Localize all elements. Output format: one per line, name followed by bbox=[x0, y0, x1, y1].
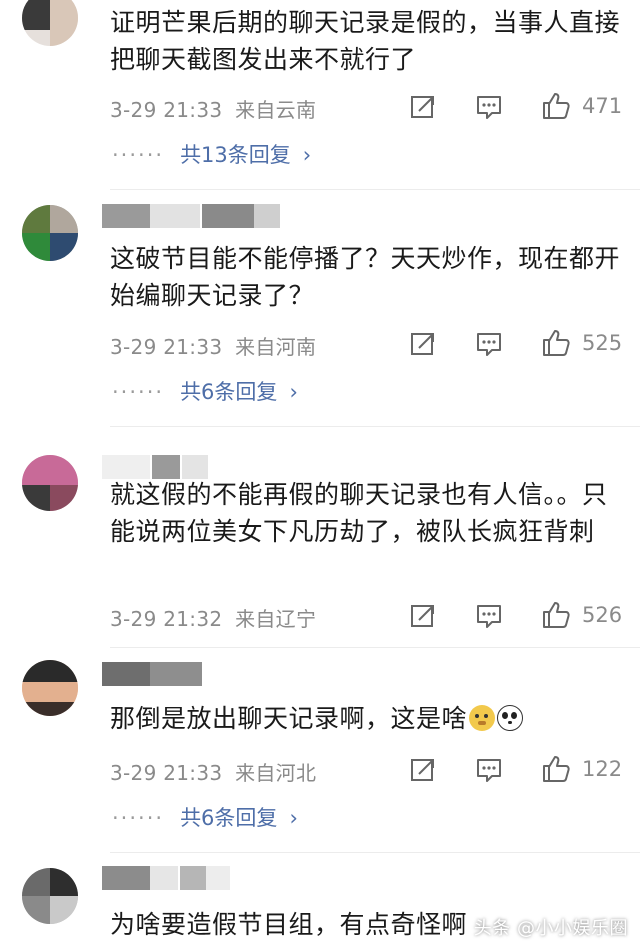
share-icon[interactable] bbox=[408, 755, 438, 785]
comment-text: 就这假的不能再假的聊天记录也有人信。。只能说两位美女下凡历劫了，被队长疯狂背刺 bbox=[110, 480, 608, 546]
divider bbox=[110, 189, 640, 190]
comment-location: 来自河北 bbox=[235, 761, 317, 785]
comment-time: 3-29 21:33 bbox=[110, 335, 223, 359]
comment-time: 3-29 21:33 bbox=[110, 98, 223, 122]
replies-dots: ······ bbox=[112, 143, 165, 167]
chevron-right-icon: › bbox=[302, 143, 312, 167]
share-icon[interactable] bbox=[408, 92, 438, 122]
divider bbox=[110, 852, 640, 853]
comment-time: 3-29 21:32 bbox=[110, 607, 223, 631]
comment-icon[interactable] bbox=[474, 92, 504, 122]
comment-icon[interactable] bbox=[474, 329, 504, 359]
share-icon[interactable] bbox=[408, 601, 438, 631]
avatar[interactable] bbox=[22, 0, 78, 46]
comment-meta: 3-29 21:33 来自河北 bbox=[110, 757, 316, 786]
comment-time: 3-29 21:33 bbox=[110, 761, 223, 785]
chevron-right-icon: › bbox=[289, 806, 298, 830]
like-count: 122 bbox=[582, 757, 623, 781]
like-icon[interactable] bbox=[541, 600, 571, 630]
comment-location: 来自云南 bbox=[235, 98, 317, 122]
comment-icon[interactable] bbox=[474, 755, 504, 785]
replies-link[interactable]: ······ 共6条回复 › bbox=[112, 376, 298, 406]
panda-emoji-icon bbox=[497, 705, 524, 731]
comment-text-body: 那倒是放出聊天记录啊，这是啥 bbox=[110, 704, 468, 733]
like-icon[interactable] bbox=[541, 754, 571, 784]
like-count: 525 bbox=[582, 331, 623, 355]
comment-text: 那倒是放出聊天记录啊，这是啥 bbox=[110, 700, 625, 737]
comment-icon[interactable] bbox=[474, 601, 504, 631]
share-icon[interactable] bbox=[408, 329, 438, 359]
replies-dots: ······ bbox=[112, 806, 165, 830]
avatar[interactable] bbox=[22, 455, 78, 511]
like-icon[interactable] bbox=[541, 91, 571, 121]
comment-meta: 3-29 21:33 来自云南 bbox=[110, 94, 316, 123]
replies-label: 共6条回复 bbox=[180, 380, 278, 404]
replies-link[interactable]: ······ 共6条回复 › bbox=[112, 802, 298, 832]
like-icon[interactable] bbox=[541, 328, 571, 358]
like-count: 526 bbox=[582, 603, 623, 627]
comment-location: 来自河南 bbox=[235, 335, 317, 359]
chevron-right-icon: › bbox=[289, 380, 298, 404]
replies-label: 共6条回复 bbox=[180, 806, 278, 830]
replies-label: 共13条回复 bbox=[180, 143, 291, 167]
doge-emoji-icon bbox=[469, 705, 496, 731]
username[interactable] bbox=[102, 662, 206, 686]
divider bbox=[110, 647, 640, 648]
divider bbox=[110, 426, 640, 427]
like-count: 471 bbox=[582, 94, 623, 118]
comment-text: 这破节目能不能停播了？天天炒作，现在都开始编聊天记录了？ bbox=[110, 244, 621, 310]
replies-dots: ······ bbox=[112, 380, 165, 404]
avatar[interactable] bbox=[22, 205, 78, 261]
avatar[interactable] bbox=[22, 660, 78, 716]
comment-location: 来自辽宁 bbox=[235, 607, 317, 631]
watermark: 头条 @小小娱乐圈 bbox=[473, 918, 628, 939]
username[interactable] bbox=[102, 204, 282, 228]
comment-meta: 3-29 21:32 来自辽宁 bbox=[110, 603, 316, 632]
avatar[interactable] bbox=[22, 868, 78, 924]
comment-text: 证明芒果后期的聊天记录是假的，当事人直接把聊天截图发出来不就行了 bbox=[110, 8, 621, 74]
replies-link[interactable]: ······ 共13条回复 › bbox=[112, 139, 311, 169]
comment-meta: 3-29 21:33 来自河南 bbox=[110, 331, 316, 360]
username[interactable] bbox=[102, 866, 232, 890]
